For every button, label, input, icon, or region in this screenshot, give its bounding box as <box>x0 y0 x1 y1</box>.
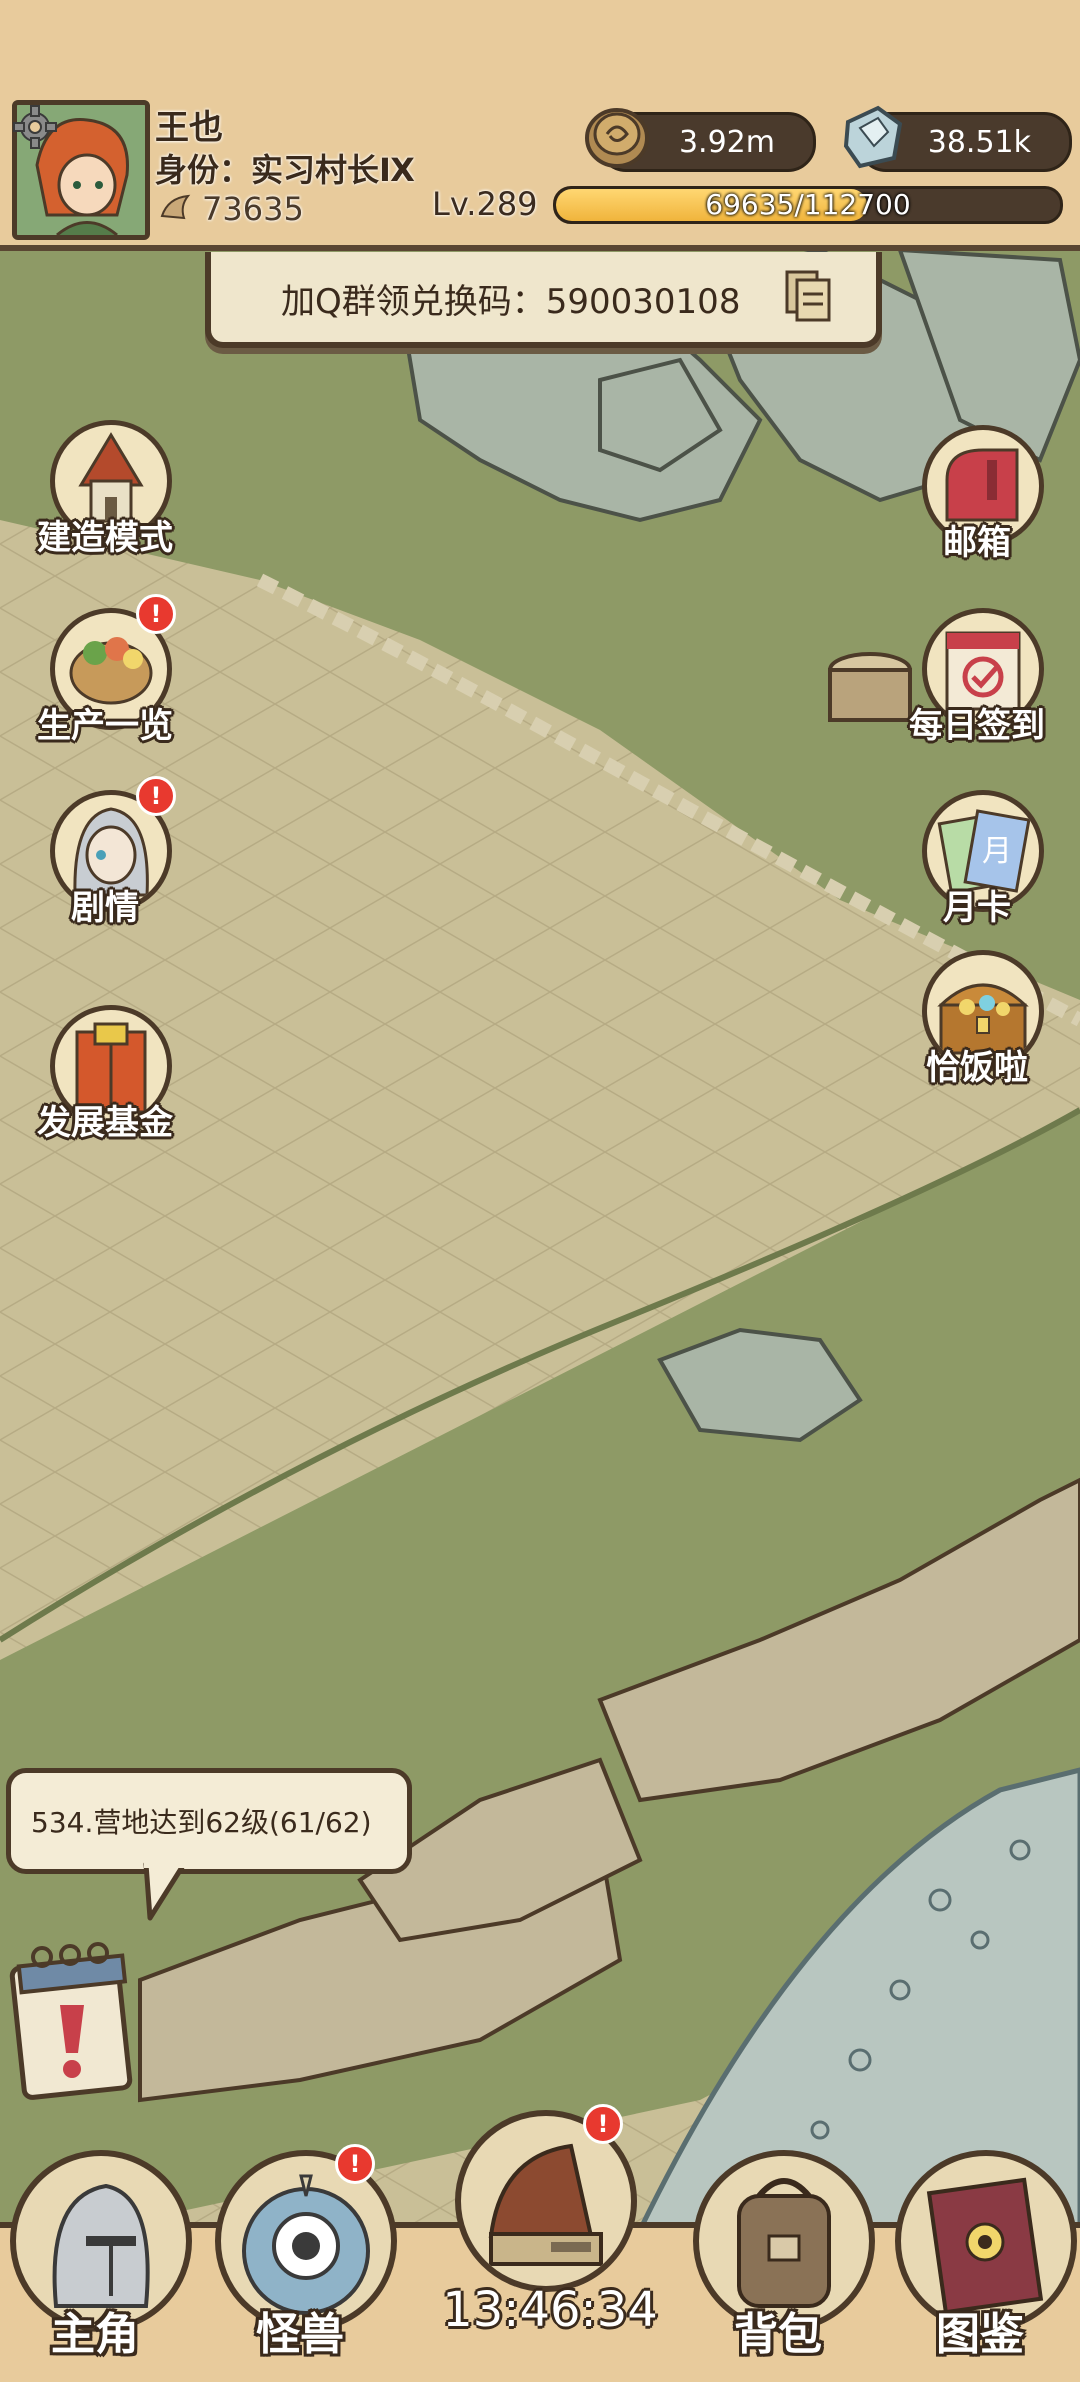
coin-icon <box>585 108 649 168</box>
development-fund-button[interactable]: 发展基金 <box>30 1005 180 1155</box>
notification-badge: ! <box>136 594 176 634</box>
xp-text: 69635/112700 <box>705 188 911 221</box>
codex-nav-label: 图鉴 <box>936 2309 1024 2360</box>
production-overview-label: 生产一览 <box>37 706 173 746</box>
redeem-code-text: 加Q群领兑换码：590030108 <box>281 282 741 322</box>
story-button[interactable]: 剧情 ! <box>30 776 180 940</box>
game-map-background <box>0 0 1080 2376</box>
mailbox-label: 邮箱 <box>943 523 1011 563</box>
hero-nav-button[interactable]: 主角 <box>0 2150 192 2380</box>
game-clock: 13:46:34 <box>442 2282 658 2338</box>
monster-nav-button[interactable]: 怪兽 ! <box>205 2144 397 2380</box>
monthly-card-button[interactable]: 月 月卡 <box>902 790 1052 940</box>
player-power: 73635 <box>202 190 304 228</box>
production-overview-button[interactable]: 生产一览 ! <box>30 594 180 758</box>
story-label: 剧情 <box>71 888 139 928</box>
treasure-chest-button[interactable]: 恰饭啦 <box>902 950 1052 1100</box>
backpack-nav-button[interactable]: 背包 <box>683 2150 875 2380</box>
monster-nav-label: 怪兽 <box>256 2309 344 2360</box>
copy-icon[interactable] <box>783 268 833 324</box>
quest-text: 534.营地达到62级(61/62) <box>31 1806 372 1839</box>
gem-amount: 38.51k <box>927 125 1031 160</box>
backpack-nav-label: 背包 <box>734 2309 822 2360</box>
player-name: 王也 <box>155 108 223 148</box>
xp-progress-bar: 69635/112700 <box>553 186 1063 224</box>
quest-calendar-icon[interactable] <box>8 1935 136 2105</box>
coin-amount: 3.92m <box>678 125 775 160</box>
notification-badge: ! <box>136 776 176 816</box>
redeem-code-banner: 加Q群领兑换码：590030108 <box>205 252 882 348</box>
gem-crystal-icon <box>843 105 903 169</box>
codex-nav-button[interactable]: 图鉴 <box>885 2150 1077 2380</box>
power-horn-icon <box>160 194 191 220</box>
daily-checkin-button[interactable]: 每日签到 <box>902 608 1052 758</box>
quest-bubble-tail <box>143 1862 188 1921</box>
daily-checkin-label: 每日签到 <box>909 706 1045 746</box>
quest-bubble[interactable]: 534.营地达到62级(61/62) <box>6 1768 412 1874</box>
notification-badge: ! <box>335 2144 375 2184</box>
monthly-card-label: 月卡 <box>943 888 1011 928</box>
player-title: 身份：实习村长Ⅸ <box>155 151 415 189</box>
mailbox-button[interactable]: 邮箱 <box>902 425 1052 575</box>
treasure-chest-label: 恰饭啦 <box>926 1048 1028 1088</box>
build-mode-label: 建造模式 <box>37 518 173 558</box>
hero-nav-label: 主角 <box>51 2309 139 2360</box>
settings-gear-icon[interactable] <box>12 104 58 150</box>
player-level: Lv.289 <box>432 185 538 223</box>
build-mode-button[interactable]: 建造模式 <box>30 420 180 570</box>
notification-badge: ! <box>583 2104 623 2144</box>
development-fund-label: 发展基金 <box>37 1103 173 1143</box>
svg-text:月: 月 <box>982 834 1012 869</box>
